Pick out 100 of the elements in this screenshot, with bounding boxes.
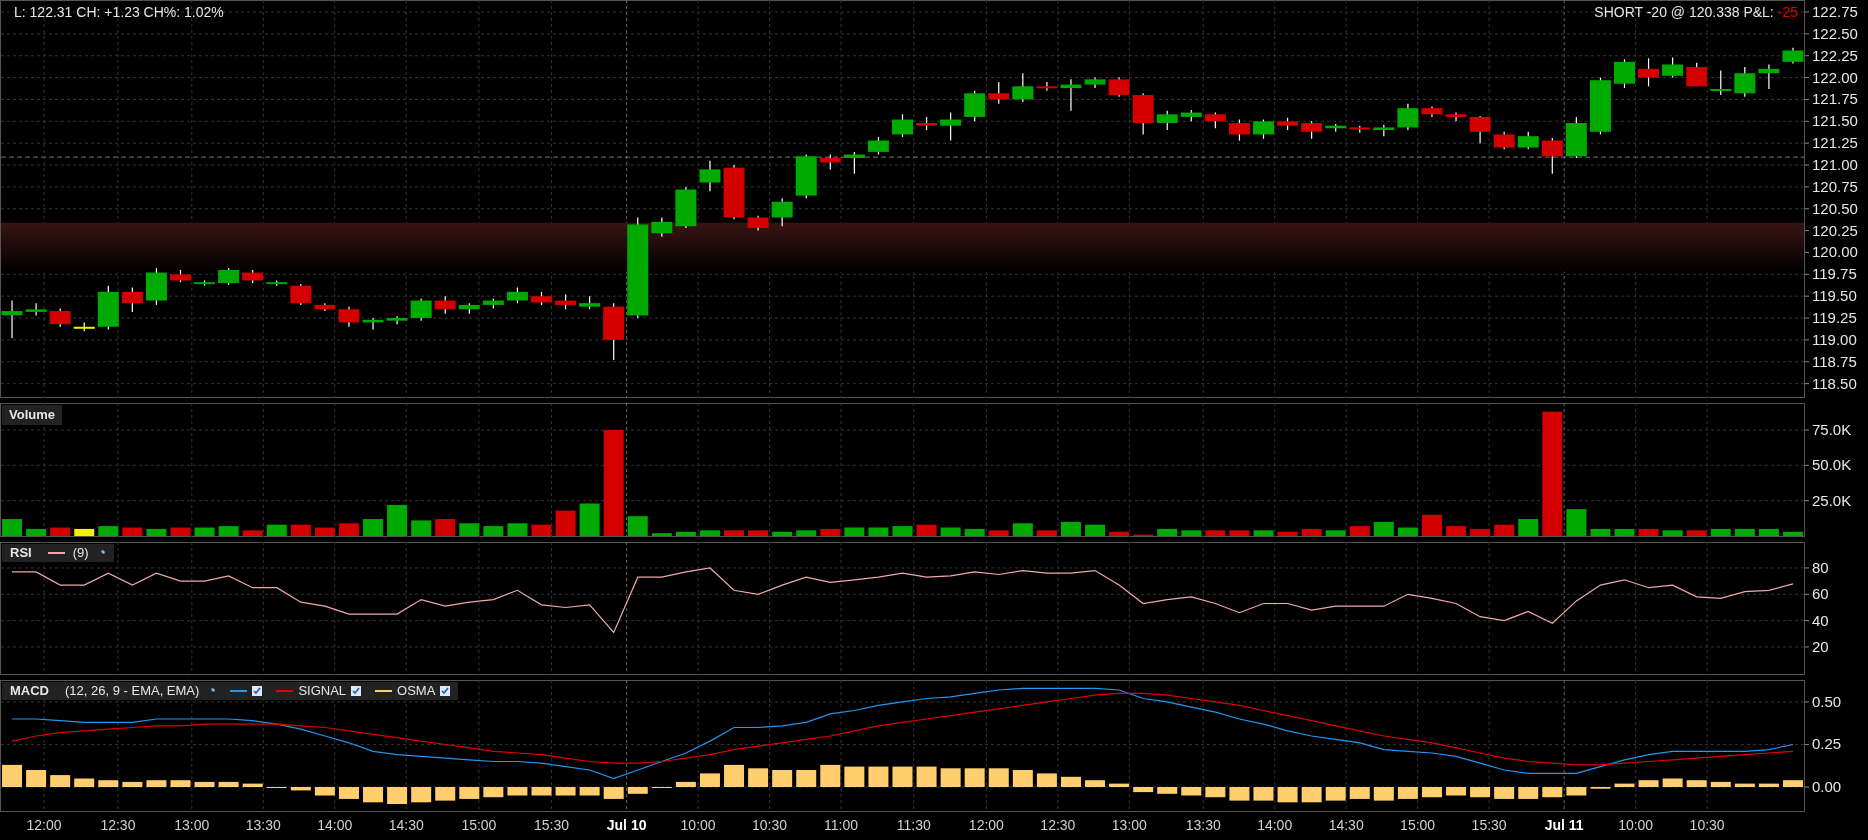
axis-label: 12:30 (1040, 817, 1076, 833)
histogram-bar (1782, 780, 1803, 787)
histogram-bar (1662, 778, 1683, 787)
histogram-bar (146, 780, 167, 787)
axis-label: 118.50 (1812, 374, 1857, 392)
histogram-bar (435, 787, 456, 801)
volume-bar (1638, 528, 1659, 536)
histogram-bar (459, 787, 480, 799)
volume-bar (1470, 528, 1491, 536)
volume-bar (1109, 531, 1130, 536)
axis-label: 14:30 (388, 817, 424, 833)
histogram-bar (1446, 787, 1467, 796)
histogram-bar (1205, 787, 1226, 798)
histogram-bar (1301, 787, 1322, 803)
price-stats: L: 122.31 CH: +1.23 CH%: 1.02% (14, 3, 224, 22)
histogram-bar (170, 780, 191, 787)
histogram-bar (242, 783, 263, 787)
histogram-bar (74, 778, 95, 787)
volume-bar (50, 527, 71, 536)
axis-label: 25.0K (1812, 491, 1852, 509)
pane-label: Volume (2, 405, 62, 425)
volume-bar (940, 527, 961, 536)
axis-label: 15:30 (1471, 817, 1507, 833)
legend-label: OSMA (397, 682, 436, 701)
volume-bar (627, 516, 648, 536)
volume-bar (1758, 528, 1779, 536)
histogram-bar (868, 766, 889, 787)
histogram-bar (675, 781, 696, 787)
axis-label: 12:00 (26, 817, 62, 833)
volume-bar (194, 527, 215, 536)
histogram-bar (1157, 787, 1178, 794)
axis-label: 121.25 (1812, 134, 1858, 152)
checkbox[interactable] (351, 686, 362, 696)
volume-bar (146, 528, 167, 536)
axis-label: 13:00 (174, 817, 210, 833)
histogram-bar (748, 768, 769, 787)
histogram-bar (603, 787, 624, 799)
histogram-bar (483, 787, 504, 798)
histogram-bar (1373, 787, 1394, 801)
axis-label: 119.00 (1812, 330, 1857, 348)
volume-bar (772, 531, 793, 536)
volume-bar (1036, 530, 1057, 536)
axis-label: Jul 11 (1544, 817, 1584, 833)
volume-bar (1518, 519, 1539, 536)
volume-bar (1782, 531, 1803, 536)
histogram-bar (1614, 783, 1635, 787)
histogram-bar (844, 766, 865, 787)
volume-bar (74, 528, 95, 536)
histogram-bar (796, 770, 817, 787)
checkbox[interactable] (252, 686, 263, 696)
histogram-bar (1325, 787, 1346, 801)
volume-bar (1325, 530, 1346, 536)
histogram-bar (1133, 787, 1154, 793)
axis-label: 0.00 (1812, 778, 1842, 795)
histogram-bar (1181, 787, 1202, 796)
axis-label: 15:00 (461, 817, 497, 833)
volume-bar (1662, 530, 1683, 536)
volume-bar (579, 503, 600, 536)
axis-label: 10:30 (1689, 817, 1725, 833)
histogram-bar (627, 787, 648, 794)
volume-bar (122, 527, 143, 536)
indicator-params: (12, 26, 9 - EMA, EMA) (65, 682, 200, 701)
volume-bar (507, 523, 528, 536)
volume-bar (483, 526, 504, 536)
histogram-bar (1036, 773, 1057, 787)
axis-label: Jul 10 (606, 817, 647, 833)
histogram-bar (1638, 780, 1659, 787)
histogram-bar (26, 770, 47, 787)
axis-label: 118.75 (1812, 352, 1857, 370)
axis-label: 122.00 (1812, 68, 1858, 86)
histogram-bar (363, 787, 384, 803)
legend-label: SIGNAL (298, 682, 347, 701)
axis-label: 15:00 (1400, 817, 1436, 833)
indicator-params: (9) (72, 544, 89, 563)
axis-label: 20 (1812, 638, 1829, 655)
volume-bar (26, 528, 47, 536)
pane-label: MACD (10, 682, 49, 701)
axis-label: 119.75 (1812, 265, 1857, 283)
histogram-bar (1758, 783, 1779, 787)
volume-bar (1686, 530, 1707, 536)
axis-label: 11:30 (896, 817, 931, 833)
volume-bar (1614, 528, 1635, 536)
volume-bar (724, 530, 745, 536)
volume-bar (170, 527, 191, 536)
histogram-bar (1542, 787, 1563, 798)
histogram-bar (338, 787, 359, 799)
volume-bar (1710, 528, 1731, 536)
histogram-bar (218, 781, 239, 787)
axis-label: 10:00 (680, 817, 716, 833)
volume-bar (314, 527, 335, 536)
histogram-bar (1470, 787, 1491, 798)
axis-label: 120.50 (1812, 199, 1858, 217)
volume-bar (1157, 528, 1178, 536)
axis-label: 122.75 (1812, 3, 1858, 20)
axis-label: 120.00 (1812, 243, 1858, 261)
axis-label: 13:30 (245, 817, 281, 833)
checkbox[interactable] (440, 686, 451, 696)
axis-label: 13:30 (1185, 817, 1221, 833)
axis-label: 0.50 (1812, 692, 1842, 710)
axis-label: 14:00 (317, 817, 353, 833)
